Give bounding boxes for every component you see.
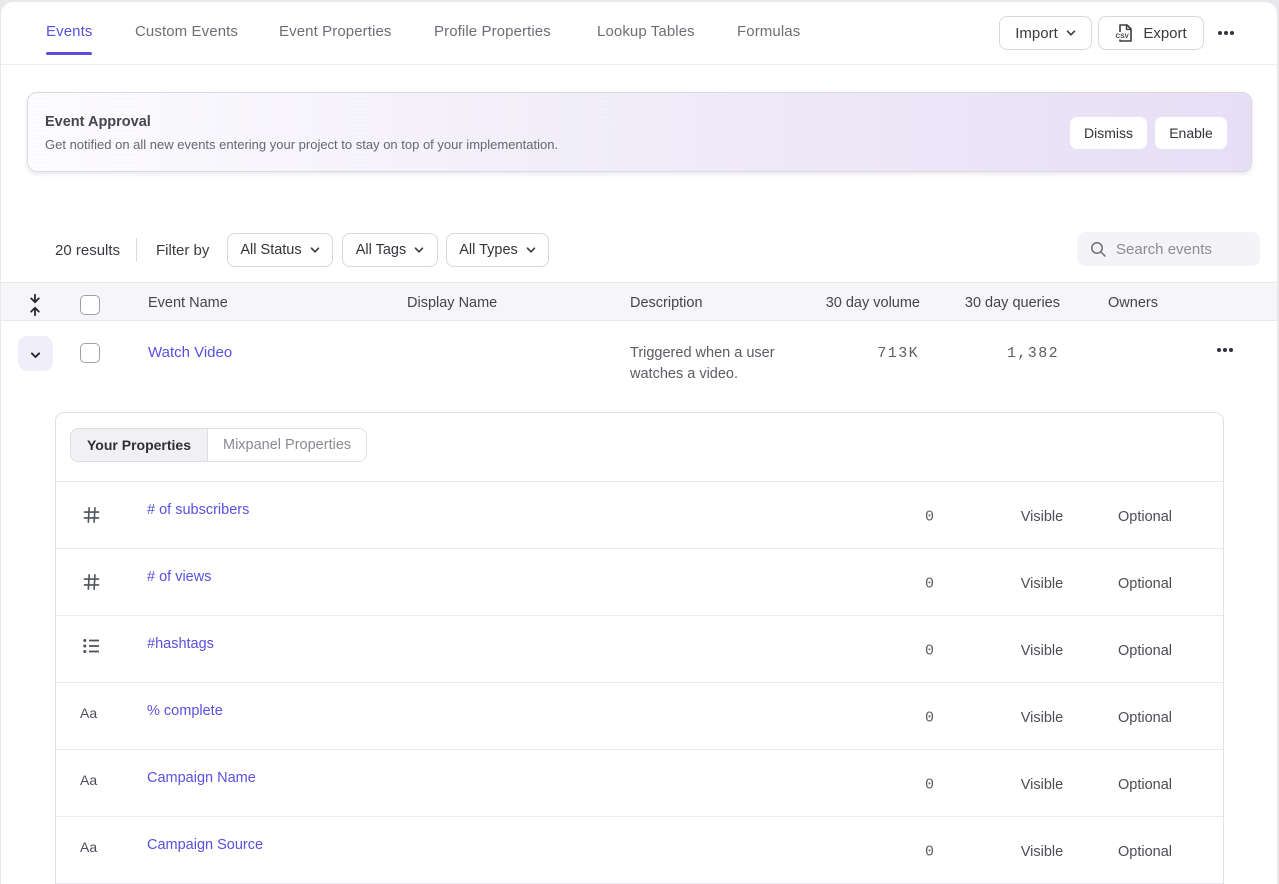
svg-text:CSV: CSV [1116,33,1130,40]
